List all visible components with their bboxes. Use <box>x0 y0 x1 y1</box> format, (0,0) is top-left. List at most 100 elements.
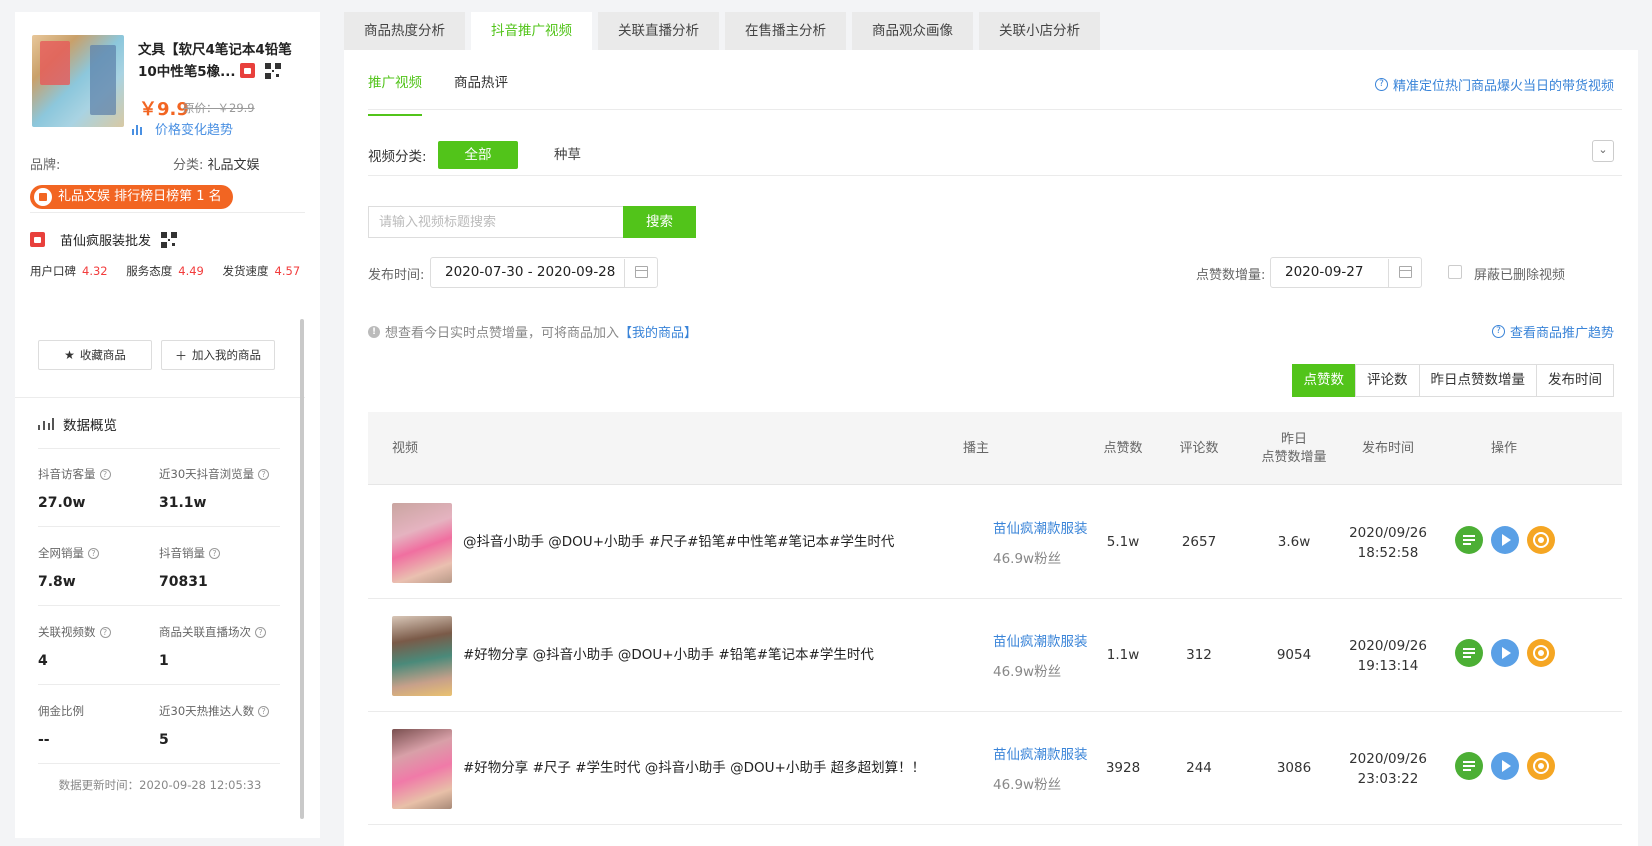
calendar-icon[interactable] <box>624 259 648 288</box>
help-icon[interactable]: ? <box>88 547 99 559</box>
product-thumbnail[interactable] <box>32 35 124 127</box>
divider <box>15 397 305 398</box>
tab-promo-videos[interactable]: 抖音推广视频 <box>471 12 592 50</box>
tab-audience-profile[interactable]: 商品观众画像 <box>852 12 973 50</box>
divider <box>38 526 280 527</box>
price-trend-link[interactable]: 价格变化趋势 <box>131 119 233 138</box>
hint-link[interactable]: ? 精准定位热门商品爆火当日的带货视频 <box>1374 75 1614 94</box>
publish-clock: 18:52:58 <box>1357 545 1419 561</box>
shop-row[interactable]: 苗仙疯服装批发 <box>30 230 178 249</box>
publish-clock: 19:13:14 <box>1357 658 1419 674</box>
category-label: 分类: <box>173 158 204 173</box>
anchor-name[interactable]: 苗仙疯潮款服装 <box>993 630 1088 650</box>
anchor-name[interactable]: 苗仙疯潮款服装 <box>993 517 1088 537</box>
help-icon[interactable]: ? <box>258 705 270 717</box>
category-zhongcao-button[interactable]: 种草 <box>548 141 587 169</box>
tab-shop-analysis[interactable]: 关联小店分析 <box>979 12 1100 50</box>
favorite-label: 收藏商品 <box>79 348 126 362</box>
price-trend-label: 价格变化趋势 <box>155 123 234 138</box>
detail-list-icon[interactable] <box>1455 526 1483 554</box>
tip-text: 想查看今日实时点赞增量，可将商品加入 <box>385 326 620 341</box>
promo-trend-link[interactable]: ? 查看商品推广趋势 <box>1491 322 1614 341</box>
target-icon[interactable] <box>1527 526 1555 554</box>
help-icon[interactable]: ? <box>99 468 111 480</box>
th-yesterday-increase: 昨日 点赞数增量 <box>1244 412 1344 485</box>
overview-title-text: 数据概览 <box>63 418 117 434</box>
play-icon[interactable] <box>1491 526 1519 554</box>
likes-count: 1.1w <box>1106 647 1140 663</box>
help-icon[interactable]: ? <box>255 626 266 638</box>
video-thumbnail[interactable] <box>392 616 452 696</box>
tab-seller-analysis[interactable]: 在售播主分析 <box>725 12 846 50</box>
score-label: 发货速度 <box>222 264 269 278</box>
anchor-fans: 46.9w粉丝 <box>993 777 1062 793</box>
metric-label: 近30天热推达人数 <box>159 704 255 718</box>
th-inc-line1: 昨日 <box>1280 431 1307 447</box>
product-title-line2: 10中性笔5橡... <box>138 64 236 80</box>
promo-trend-text: 查看商品推广趋势 <box>1509 326 1614 341</box>
video-title[interactable]: #好物分享 #尺子 #学生时代 @抖音小助手 @DOU+小助手 超多超划算！！ <box>463 712 925 825</box>
video-search-input[interactable] <box>368 206 623 238</box>
tab-heat-analysis[interactable]: 商品热度分析 <box>344 12 465 50</box>
metric-value: 27.0w <box>38 495 86 511</box>
likes-date-value: 2020-09-27 <box>1285 264 1364 280</box>
tab-live-analysis[interactable]: 关联直播分析 <box>598 12 719 50</box>
help-icon[interactable]: ? <box>99 626 111 638</box>
calendar-icon[interactable] <box>1388 259 1412 288</box>
target-icon[interactable] <box>1527 639 1555 667</box>
video-thumbnail[interactable] <box>392 729 452 809</box>
metric-influencers-30d: 近30天热推达人数? 5 <box>159 703 279 748</box>
sort-likes[interactable]: 点赞数 <box>1291 364 1356 397</box>
publish-date: 2020/09/26 <box>1349 638 1427 654</box>
target-icon[interactable] <box>1527 752 1555 780</box>
sidebar-scrollbar[interactable] <box>300 319 304 819</box>
play-icon[interactable] <box>1491 639 1519 667</box>
help-icon[interactable]: ? <box>258 468 270 480</box>
shop-name: 苗仙疯服装批发 <box>60 234 152 249</box>
sort-comments[interactable]: 评论数 <box>1355 364 1420 397</box>
rank-badge[interactable]: 礼品文娱 排行榜日榜第 1 名 <box>30 185 233 209</box>
video-title[interactable]: @抖音小助手 @DOU+小助手 #尺子#铅笔#中性笔#笔记本#学生时代 <box>463 486 894 599</box>
video-title[interactable]: #好物分享 @抖音小助手 @DOU+小助手 #铅笔#笔记本#学生时代 <box>463 599 874 712</box>
anchor-name[interactable]: 苗仙疯潮款服装 <box>993 743 1088 763</box>
subtab-promo-video[interactable]: 推广视频 <box>368 50 422 116</box>
plus-icon: ＋ <box>174 348 187 363</box>
publish-time: 2020/09/26 19:13:14 <box>1333 636 1443 676</box>
product-title[interactable]: 文具【软尺4笔记本4铅笔 10中性笔5橡... <box>138 39 308 83</box>
my-products-link[interactable]: 【我的商品】 <box>619 322 697 341</box>
play-icon[interactable] <box>1491 752 1519 780</box>
subtab-hot-comments[interactable]: 商品热评 <box>454 50 508 116</box>
sort-publish-time[interactable]: 发布时间 <box>1536 364 1614 397</box>
metric-value: 5 <box>159 732 169 748</box>
help-icon[interactable]: ? <box>209 547 220 559</box>
main-panel: 推广视频 商品热评 ? 精准定位热门商品爆火当日的带货视频 视频分类: 全部 种草… <box>344 50 1638 846</box>
chevron-down-icon[interactable]: ⌄ <box>1592 140 1614 162</box>
metric-value: -- <box>38 732 50 748</box>
favorite-button[interactable]: ★ 收藏商品 <box>38 340 152 370</box>
likes-date-picker[interactable]: 2020-09-27 <box>1270 257 1422 288</box>
yesterday-increase: 3.6w <box>1277 534 1311 550</box>
divider <box>368 175 1622 176</box>
shop-icon[interactable] <box>239 63 255 78</box>
detail-list-icon[interactable] <box>1455 752 1483 780</box>
video-thumbnail[interactable] <box>392 503 452 583</box>
publish-time-label: 发布时间: <box>368 268 425 283</box>
qrcode-icon[interactable] <box>264 63 281 79</box>
add-my-product-label: 加入我的商品 <box>192 348 261 362</box>
analysis-tabs: 商品热度分析 抖音推广视频 关联直播分析 在售播主分析 商品观众画像 关联小店分… <box>344 12 1106 50</box>
qrcode-icon[interactable] <box>161 231 178 248</box>
add-my-product-button[interactable]: ＋ 加入我的商品 <box>161 340 275 370</box>
detail-list-icon[interactable] <box>1455 639 1483 667</box>
hide-deleted-label[interactable]: 屏蔽已删除视频 <box>1474 264 1565 283</box>
sort-yesterday-increase[interactable]: 昨日点赞数增量 <box>1418 364 1537 397</box>
metric-label: 抖音访客量 <box>38 467 96 481</box>
publish-date-range[interactable]: 2020-07-30 - 2020-09-28 <box>430 257 658 288</box>
score-label: 用户口碑 <box>30 264 76 278</box>
category-all-button[interactable]: 全部 <box>438 141 518 169</box>
sort-group: 点赞数 评论数 昨日点赞数增量 发布时间 <box>1291 364 1614 397</box>
search-button[interactable]: 搜索 <box>623 206 696 238</box>
hide-deleted-checkbox[interactable] <box>1448 265 1462 279</box>
shop-scores: 用户口碑 4.32 服务态度 4.49 发货速度 4.57 <box>30 263 315 279</box>
shop-icon <box>30 232 45 247</box>
category-value: 礼品文娱 <box>207 158 260 173</box>
